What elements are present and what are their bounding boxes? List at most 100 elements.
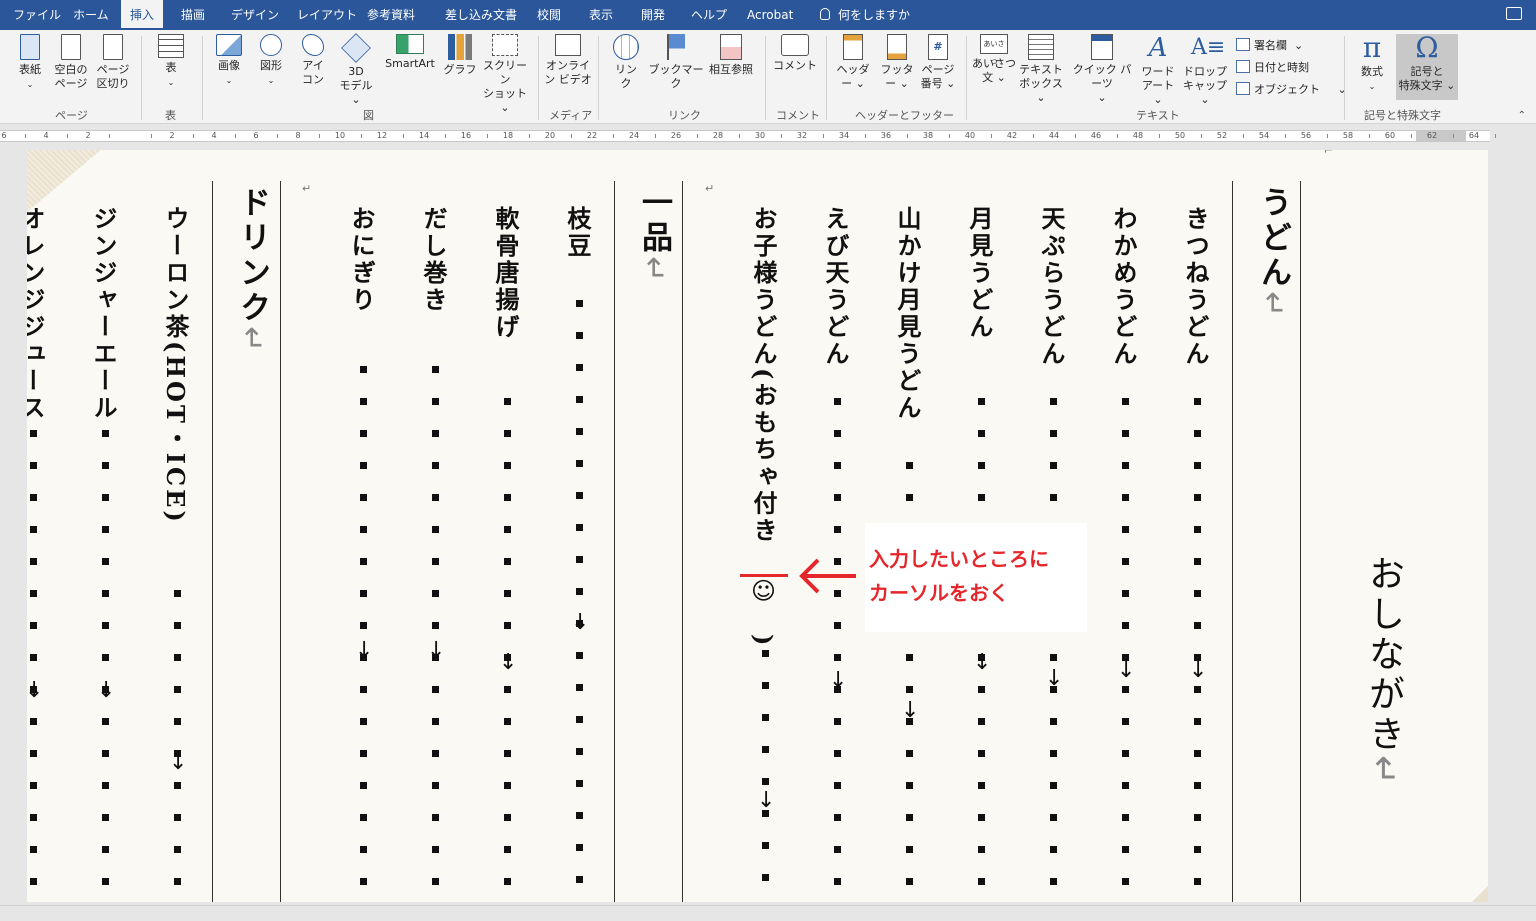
link-button[interactable]: リンク	[608, 34, 644, 91]
cross-reference-label: 相互参照	[709, 63, 753, 76]
leader-dot	[432, 878, 439, 885]
ruler-tick	[1033, 134, 1034, 138]
menu-item-kids-tail: ☺)	[749, 634, 778, 649]
group-separator	[966, 36, 967, 120]
blank-page-button[interactable]: 空白の ページ	[50, 34, 92, 91]
ruler-number: 2	[169, 131, 175, 140]
footer-button[interactable]: フッター ⌄	[876, 34, 918, 91]
horizontal-ruler[interactable]: 6 4 2 2 4 6 8 10 12 14 16 18 20 22 24 26 28 30 32 34 36 38 40 4…	[0, 126, 1536, 146]
tab-acrobat[interactable]: Acrobat	[738, 0, 802, 30]
leader-dot	[1050, 654, 1057, 661]
shapes-icon	[260, 34, 282, 56]
chart-button[interactable]: グラフ	[443, 34, 477, 77]
ruler-number: 12	[376, 131, 388, 140]
leader-dot	[1122, 846, 1129, 853]
tab-layout[interactable]: レイアウト	[288, 0, 366, 30]
tab-view[interactable]: 表示	[580, 0, 622, 30]
calendar-icon	[1236, 60, 1250, 73]
online-video-button[interactable]: オンライン ビデオ	[544, 34, 592, 87]
page-break-button[interactable]: ページ 区切り	[92, 34, 134, 91]
ruler-tick	[781, 134, 782, 138]
icons-label-1: アイ	[302, 59, 324, 72]
leader-dot	[30, 622, 37, 629]
leader-dot	[1122, 558, 1129, 565]
collapse-ribbon-icon[interactable]: ⌃	[1518, 110, 1526, 121]
symbol-button[interactable]: Ω 記号と 特殊文字 ⌄	[1396, 34, 1458, 100]
wordart-button[interactable]: A ワード アート ⌄	[1138, 34, 1178, 107]
table-button[interactable]: 表 ⌄	[150, 34, 192, 90]
leader-dot	[504, 590, 511, 597]
cover-page-button[interactable]: 表紙 ⌄	[10, 34, 50, 92]
screenshot-icon	[492, 34, 518, 56]
tab-insert[interactable]: 挿入	[121, 0, 164, 30]
dropcap-button[interactable]: A≡ ドロップ キャップ ⌄	[1180, 34, 1230, 107]
leader-dot	[102, 590, 109, 597]
tab-mailings[interactable]: 差し込み文書	[436, 0, 526, 30]
leader-dot	[834, 814, 841, 821]
leader-dot	[576, 844, 583, 851]
ruler-tick	[1327, 134, 1328, 138]
leader-dot	[432, 526, 439, 533]
ruler-number: 50	[1174, 131, 1186, 140]
picture-button[interactable]: 画像 ⌄	[210, 34, 248, 88]
textbox-button[interactable]: テキスト ボックス ⌄	[1016, 34, 1066, 105]
smartart-button[interactable]: SmartArt	[380, 34, 440, 71]
ruler-number: 4	[43, 131, 49, 140]
leader-dot	[1122, 750, 1129, 757]
tab-home[interactable]: ホーム	[64, 0, 118, 30]
tab-file[interactable]: ファイル	[4, 0, 70, 30]
leader-dot	[102, 750, 109, 757]
tab-review[interactable]: 校閲	[528, 0, 570, 30]
document-page[interactable]: ↵ ↵ ⌐ おしながき↵ うどん↵ きつねうどん わかめうどん 天ぷらうどん 月…	[27, 150, 1488, 902]
tab-references[interactable]: 参考資料	[358, 0, 424, 30]
signature-line-button[interactable]: 署名欄 ⌄	[1236, 38, 1303, 54]
comments-icon[interactable]	[1506, 7, 1522, 20]
equation-button[interactable]: π 数式 ⌄	[1352, 34, 1392, 94]
ippin-heading-text: 一品	[636, 186, 672, 256]
leader-dot	[1050, 782, 1057, 789]
leader-dot	[1122, 782, 1129, 789]
group-label-illustrations: 図	[363, 109, 374, 122]
object-button[interactable]: オブジェクト ⌄	[1236, 82, 1347, 98]
leader-dot	[834, 430, 841, 437]
icons-button[interactable]: アイ コン	[296, 34, 330, 87]
tab-draw[interactable]: 描画	[172, 0, 214, 30]
dropcap-icon: A≡	[1191, 35, 1226, 60]
page-number-button[interactable]: # ページ 番号 ⌄	[918, 34, 958, 91]
ruler-tick	[109, 134, 110, 138]
3d-label-2: モデル	[339, 79, 373, 92]
header-button[interactable]: ヘッダー ⌄	[832, 34, 874, 91]
leader-dot	[360, 494, 367, 501]
leader-dot	[360, 590, 367, 597]
new-comment-button[interactable]: コメント	[772, 34, 818, 73]
leader-dot	[1194, 718, 1201, 725]
shapes-button[interactable]: 図形 ⌄	[252, 34, 290, 88]
ruler-number: 20	[544, 131, 556, 140]
quick-parts-button[interactable]: クイック パーツ ⌄	[1068, 34, 1136, 105]
shapes-label: 図形	[260, 59, 282, 72]
leader-dot	[1194, 846, 1201, 853]
cross-reference-button[interactable]: 相互参照	[706, 34, 756, 77]
leader-dot	[504, 526, 511, 533]
ruler-number: 10	[334, 131, 346, 140]
leader-dot	[978, 878, 985, 885]
group-separator	[141, 36, 142, 120]
bookmark-button[interactable]: ブックマーク	[648, 34, 704, 91]
greeting-button[interactable]: あいさつ あいさつ文 ⌄	[972, 34, 1016, 85]
paragraph-mark: ↵	[1363, 755, 1404, 790]
paragraph-mark: ↵	[234, 326, 270, 356]
tab-developer[interactable]: 開発	[632, 0, 674, 30]
leader-dot	[360, 462, 367, 469]
leader-dot	[504, 462, 511, 469]
leader-dot	[360, 398, 367, 405]
tell-me-search[interactable]: 何をしますか	[820, 0, 910, 30]
3d-model-button[interactable]: 3D モデル ⌄	[334, 33, 378, 107]
tab-help[interactable]: ヘルプ	[682, 0, 736, 30]
vertical-scrollbar[interactable]	[1518, 146, 1536, 906]
screenshot-button[interactable]: スクリーン ショット ⌄	[480, 34, 530, 115]
date-time-button[interactable]: 日付と時刻	[1236, 60, 1309, 76]
line-break-arrow: ↓	[499, 650, 518, 675]
leader-dot	[432, 814, 439, 821]
leader-dot	[432, 750, 439, 757]
tab-design[interactable]: デザイン	[222, 0, 288, 30]
